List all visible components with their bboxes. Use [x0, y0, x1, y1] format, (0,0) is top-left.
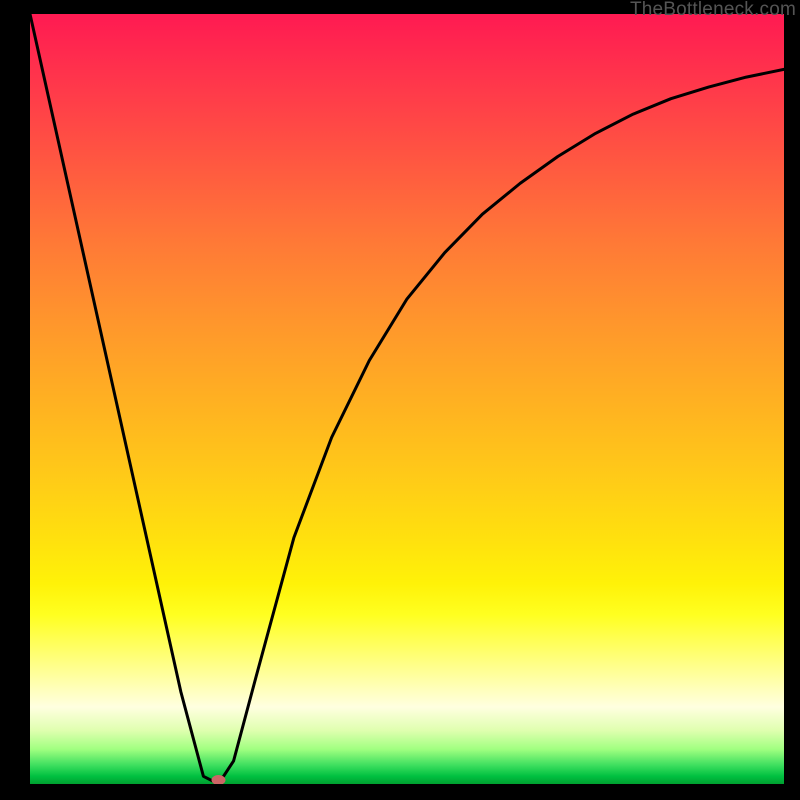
chart-stage: TheBottleneck.com: [0, 0, 800, 800]
curve-line-group: [30, 14, 784, 784]
curve-line: [30, 14, 784, 784]
curve-svg: [30, 14, 784, 784]
plot-area: [30, 14, 784, 784]
watermark: TheBottleneck.com: [630, 0, 796, 21]
